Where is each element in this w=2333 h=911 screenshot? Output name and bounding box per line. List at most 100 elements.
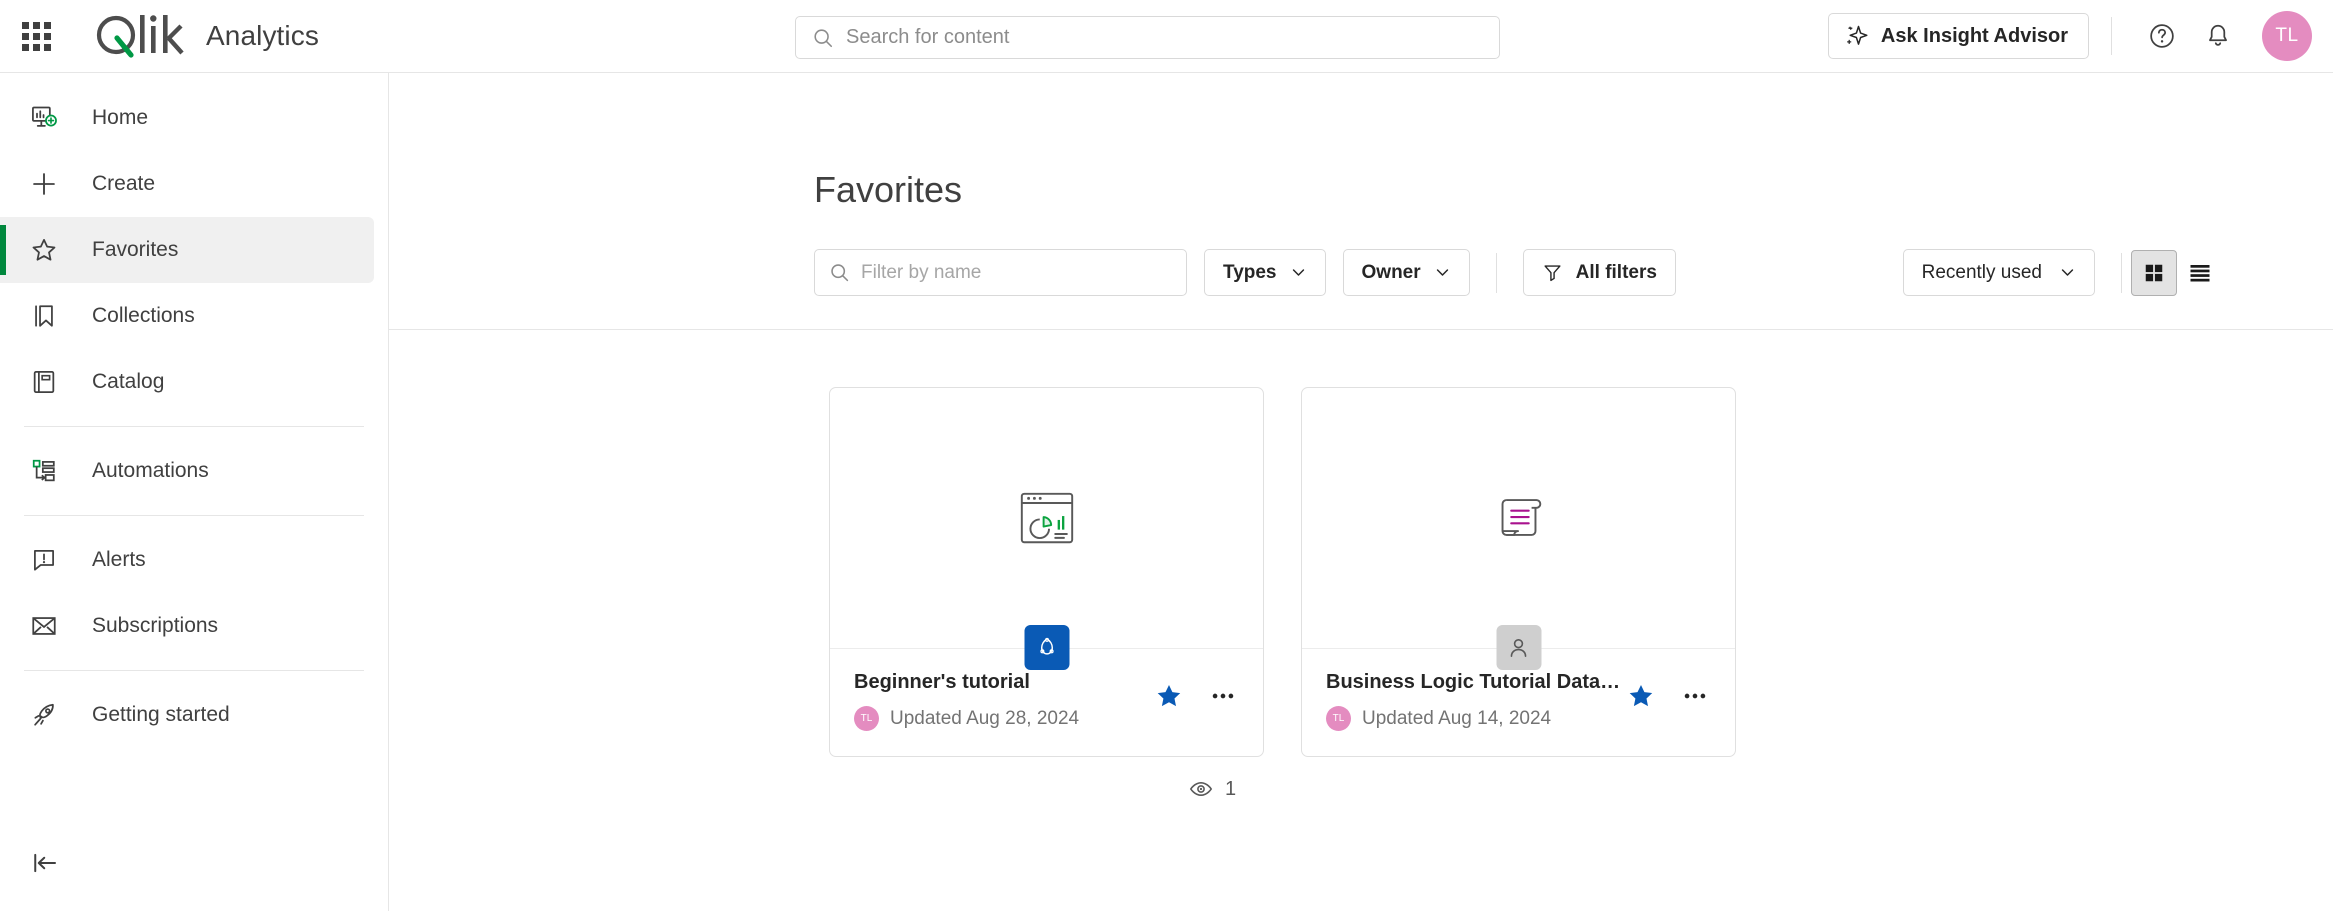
sidebar-item-label: Create <box>92 172 156 195</box>
star-filled-icon <box>1629 685 1653 707</box>
sidebar-item-create[interactable]: Create <box>0 151 374 217</box>
types-label: Types <box>1223 261 1277 283</box>
card-meta: TL Updated Aug 14, 2024 <box>1326 706 1625 731</box>
sidebar-item-subscriptions[interactable]: Subscriptions <box>0 593 374 659</box>
card-thumbnail <box>1302 388 1735 670</box>
rocket-icon <box>30 701 70 729</box>
card-owner-initials: TL <box>860 713 873 724</box>
star-filled-icon <box>1157 685 1181 707</box>
page-title: Favorites <box>814 169 963 210</box>
chevron-down-icon <box>2061 269 2074 276</box>
sidebar-item-label: Collections <box>92 304 195 327</box>
card-type-badge <box>1024 625 1069 670</box>
card-meta: TL Updated Aug 28, 2024 <box>854 706 1153 731</box>
view-mode-toggle <box>2131 249 2223 296</box>
card-owner-initials: TL <box>1332 713 1345 724</box>
sidebar-item-catalog[interactable]: Catalog <box>0 349 374 415</box>
apps-grid-icon[interactable] <box>19 19 53 53</box>
top-header: Analytics Search for content Ask Insight… <box>0 0 2333 73</box>
ask-insight-advisor-button[interactable]: Ask Insight Advisor <box>1827 13 2089 59</box>
toolbar-right-group: Recently used <box>1902 249 2223 296</box>
grid-view-button[interactable] <box>2131 249 2177 296</box>
app-name-label: Analytics <box>206 20 319 51</box>
sort-label: Recently used <box>1921 261 2042 283</box>
favorite-star-button[interactable] <box>1625 680 1657 712</box>
card-more-menu-button[interactable] <box>1207 680 1239 712</box>
qlik-analytics-app: Analytics Search for content Ask Insight… <box>0 0 2333 911</box>
card-owner-avatar: TL <box>854 706 879 731</box>
sidebar-item-label: Automations <box>92 459 209 482</box>
owner-dropdown[interactable]: Owner <box>1342 249 1470 296</box>
all-filters-button[interactable]: All filters <box>1522 249 1676 296</box>
header-divider <box>2111 17 2112 55</box>
card-info: Beginner's tutorial TL Updated Aug 28, 2… <box>854 671 1153 756</box>
owner-label: Owner <box>1361 261 1421 283</box>
card-more-menu-button[interactable] <box>1679 680 1711 712</box>
card-updated-date: Updated Aug 14, 2024 <box>1362 707 1552 729</box>
sidebar-item-label: Alerts <box>92 548 146 571</box>
bell-glyph <box>2209 24 2227 46</box>
home-dashboard-icon <box>30 104 70 132</box>
app-body: Home Create Favorites Collections Catalo… <box>0 73 2333 911</box>
card-actions <box>1153 671 1239 756</box>
help-circle-glyph <box>2150 24 2174 48</box>
filter-by-name-input[interactable]: Filter by name <box>814 249 1187 296</box>
sidebar-item-label: Catalog <box>92 370 165 393</box>
script-scroll-icon <box>1501 499 1541 536</box>
star-outline-icon <box>30 236 70 264</box>
sidebar-footer <box>0 837 388 911</box>
catalog-book-icon <box>30 368 70 396</box>
automations-icon <box>30 457 70 485</box>
collapse-left-icon[interactable] <box>30 837 88 889</box>
main-content: Favorites Filter by name Types Owner All… <box>389 73 2333 911</box>
search-input[interactable]: Search for content <box>795 16 1500 59</box>
sidebar-item-favorites[interactable]: Favorites <box>0 217 374 283</box>
chevron-down-icon <box>1436 269 1448 276</box>
content-card[interactable]: Business Logic Tutorial Data Prep TL Upd… <box>1301 387 1736 757</box>
user-avatar[interactable]: TL <box>2262 11 2312 61</box>
sidebar-divider <box>24 426 364 427</box>
search-icon <box>814 28 833 47</box>
content-toolbar: Filter by name Types Owner All filters R… <box>814 249 2333 296</box>
sidebar-item-alerts[interactable]: Alerts <box>0 527 374 593</box>
ask-insight-advisor-label: Ask Insight Advisor <box>1880 24 2068 47</box>
content-card[interactable]: Beginner's tutorial TL Updated Aug 28, 2… <box>829 387 1264 757</box>
card-title: Beginner's tutorial <box>854 671 1030 693</box>
toolbar-divider <box>2121 252 2122 293</box>
sidebar-item-getting-started[interactable]: Getting started <box>0 682 374 748</box>
qlik-wordmark-icon <box>96 15 184 58</box>
sidebar-item-label: Getting started <box>92 703 230 726</box>
card-updated-date: Updated Aug 28, 2024 <box>890 707 1080 729</box>
sort-dropdown[interactable]: Recently used <box>1902 249 2095 296</box>
list-view-button[interactable] <box>2177 250 2223 296</box>
collapse-left-glyph <box>34 853 56 873</box>
bell-icon[interactable] <box>2196 14 2240 58</box>
card-title: Business Logic Tutorial Data Prep <box>1326 671 1625 693</box>
types-dropdown[interactable]: Types <box>1204 249 1326 296</box>
content-card-grid: Beginner's tutorial TL Updated Aug 28, 2… <box>389 330 2333 757</box>
plus-icon <box>30 170 70 198</box>
sidebar-item-label: Home <box>92 106 149 129</box>
views-count-row: 1 <box>389 777 2333 801</box>
apps-grid-glyph <box>21 21 51 51</box>
qlik-app-icon <box>1039 637 1054 655</box>
card-info: Business Logic Tutorial Data Prep TL Upd… <box>1326 671 1625 756</box>
app-chart-window-icon <box>1020 492 1073 544</box>
global-search[interactable]: Search for content <box>795 16 1500 59</box>
sidebar-item-home[interactable]: Home <box>0 85 374 151</box>
list-view-icon <box>2190 264 2210 281</box>
chevron-down-icon <box>1292 269 1304 276</box>
help-circle-icon[interactable] <box>2140 14 2184 58</box>
card-owner-avatar: TL <box>1326 706 1351 731</box>
filter-placeholder: Filter by name <box>861 261 982 283</box>
sidebar-item-collections[interactable]: Collections <box>0 283 374 349</box>
sidebar-divider <box>24 670 364 671</box>
qlik-logo[interactable]: Analytics <box>93 13 319 59</box>
search-icon <box>831 264 849 282</box>
favorite-star-button[interactable] <box>1153 680 1185 712</box>
funnel-icon <box>1544 265 1561 282</box>
sidebar-item-automations[interactable]: Automations <box>0 438 374 504</box>
grid-view-icon <box>2145 264 2163 281</box>
sidebar-item-label: Subscriptions <box>92 614 219 637</box>
avatar-initials: TL <box>2275 25 2299 46</box>
